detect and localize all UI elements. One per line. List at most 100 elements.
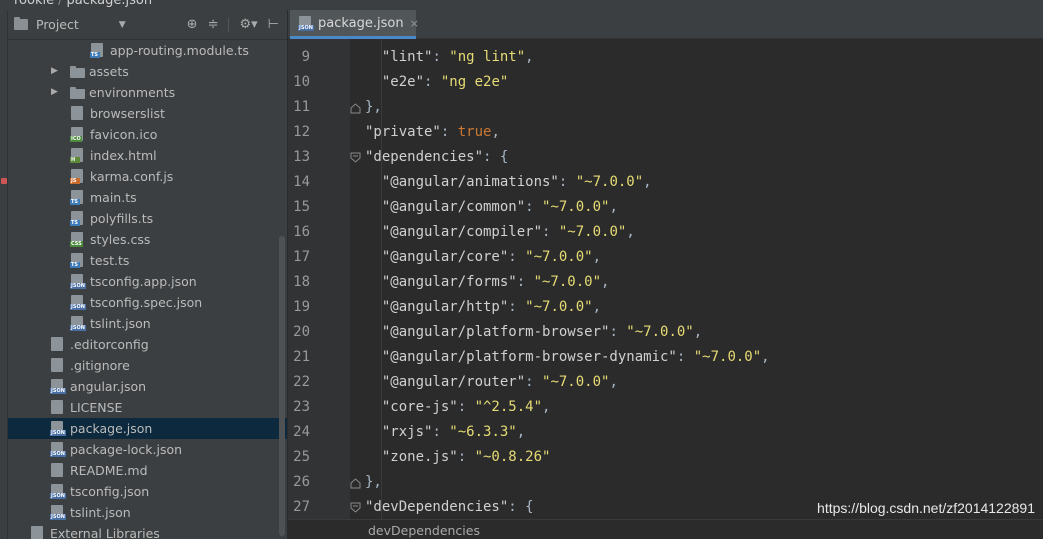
- fold-open-icon[interactable]: [350, 152, 361, 164]
- code-line[interactable]: 21 "@angular/platform-browser-dynamic": …: [288, 345, 1043, 370]
- tree-file[interactable]: ICO favicon.ico: [8, 124, 287, 145]
- code-line[interactable]: 22 "@angular/router": "~7.0.0",: [288, 370, 1043, 395]
- code-line[interactable]: 24 "rxjs": "~6.3.3",: [288, 420, 1043, 445]
- tree-file[interactable]: TS app-routing.module.ts: [8, 40, 287, 61]
- code-text-area[interactable]: 9 "lint": "ng lint", 10 "e2e": "ng e2e" 11…: [288, 39, 1043, 519]
- code-line[interactable]: 23 "core-js": "^2.5.4",: [288, 395, 1043, 420]
- tree-file[interactable]: CSS styles.css: [8, 229, 287, 250]
- navigation-breadcrumb: rookie / package.json: [0, 0, 1043, 10]
- code-line[interactable]: 19 "@angular/http": "~7.0.0",: [288, 295, 1043, 320]
- json-string: "~7.0.0": [525, 299, 593, 315]
- breadcrumb-separator: /: [58, 0, 63, 8]
- code-text: "lint": "ng lint",: [365, 45, 534, 70]
- left-tool-stripe[interactable]: [0, 10, 8, 539]
- json-punctuation: ,: [643, 174, 652, 190]
- json-file-icon: JSON: [70, 274, 86, 289]
- code-line[interactable]: 26},: [288, 470, 1043, 495]
- tree-file[interactable]: README.md: [8, 460, 287, 481]
- target-icon[interactable]: ⊕: [187, 17, 198, 32]
- tree-file[interactable]: JSON tsconfig.spec.json: [8, 292, 287, 313]
- fold-open-icon[interactable]: [350, 502, 361, 514]
- tree-folder[interactable]: ▶ assets: [8, 61, 287, 82]
- code-line[interactable]: 16 "@angular/compiler": "~7.0.0",: [288, 220, 1043, 245]
- tree-item-label: package-lock.json: [70, 442, 183, 457]
- json-punctuation: ,: [592, 299, 602, 315]
- close-icon[interactable]: ×: [410, 17, 419, 30]
- ts-file-icon: TS: [70, 211, 84, 226]
- code-text: "@angular/http": "~7.0.0",: [365, 295, 601, 320]
- tree-file[interactable]: JSON tsconfig.json: [8, 481, 287, 502]
- code-line[interactable]: 20 "@angular/platform-browser": "~7.0.0"…: [288, 320, 1043, 345]
- tree-file[interactable]: browserslist: [8, 103, 287, 124]
- code-line[interactable]: 25 "zone.js": "~0.8.26": [288, 445, 1043, 470]
- project-view-selector[interactable]: Project: [36, 17, 79, 32]
- json-key: "@angular/animations": [365, 174, 559, 190]
- json-key: "zone.js": [365, 449, 458, 465]
- code-text: },: [365, 95, 382, 120]
- json-punctuation: ,: [609, 374, 618, 390]
- breadcrumb-file[interactable]: package.json: [67, 0, 153, 8]
- tree-file[interactable]: JSON package.json: [8, 418, 287, 439]
- code-line[interactable]: 11},: [288, 95, 1043, 120]
- code-line[interactable]: 9 "lint": "ng lint",: [288, 45, 1043, 70]
- tree-item-label: index.html: [90, 148, 157, 163]
- code-line[interactable]: 13 "dependencies": {: [288, 145, 1043, 170]
- json-punctuation: ,: [516, 424, 526, 440]
- code-text: "dependencies": {: [365, 145, 508, 170]
- line-number: 19: [293, 299, 310, 315]
- tree-file[interactable]: Hindex.html: [8, 145, 287, 166]
- tree-file[interactable]: JSON package-lock.json: [8, 439, 287, 460]
- code-text: "devDependencies": {: [365, 495, 534, 519]
- json-key: "rxjs": [365, 424, 433, 440]
- code-line[interactable]: 15 "@angular/common": "~7.0.0",: [288, 195, 1043, 220]
- tree-folder[interactable]: ▶ environments: [8, 82, 287, 103]
- tree-library[interactable]: External Libraries: [8, 523, 287, 539]
- tree-file[interactable]: JSON tslint.json: [8, 502, 287, 523]
- tree-item-label: assets: [89, 64, 129, 79]
- chevron-right-icon[interactable]: ▶: [51, 88, 59, 97]
- gear-icon[interactable]: ⚙▾: [239, 17, 257, 32]
- code-text: "private": true,: [365, 120, 500, 145]
- json-punctuation: ,: [761, 349, 770, 365]
- chevron-right-icon[interactable]: ▶: [51, 67, 59, 76]
- code-text: "@angular/forms": "~7.0.0",: [365, 270, 610, 295]
- fold-close-icon[interactable]: [350, 102, 361, 114]
- tree-file[interactable]: JS karma.conf.js: [8, 166, 287, 187]
- json-punctuation: :: [542, 224, 559, 240]
- line-number: 9: [301, 49, 310, 65]
- tab-package-json[interactable]: JSON package.json ×: [290, 10, 419, 39]
- breadcrumb-project[interactable]: rookie: [14, 0, 54, 8]
- code-line[interactable]: 10 "e2e": "ng e2e": [288, 70, 1043, 95]
- tree-file[interactable]: JSON tsconfig.app.json: [8, 271, 287, 292]
- line-number: 15: [293, 199, 310, 215]
- fold-close-icon[interactable]: [350, 477, 361, 489]
- tree-item-label: angular.json: [70, 379, 147, 394]
- tree-file[interactable]: .gitignore: [8, 355, 287, 376]
- chevron-down-icon[interactable]: ▼: [119, 20, 126, 30]
- tree-file[interactable]: LICENSE: [8, 397, 287, 418]
- code-line[interactable]: 18 "@angular/forms": "~7.0.0",: [288, 270, 1043, 295]
- code-editor: JSON package.json × 9 "lint": "ng lint",…: [288, 10, 1043, 539]
- code-line[interactable]: 14 "@angular/animations": "~7.0.0",: [288, 170, 1043, 195]
- json-string: "~7.0.0": [542, 374, 610, 390]
- tree-item-label: tsconfig.spec.json: [90, 295, 203, 310]
- code-line[interactable]: 12 "private": true,: [288, 120, 1043, 145]
- collapse-icon[interactable]: ≑: [208, 17, 219, 32]
- tree-file[interactable]: .editorconfig: [8, 334, 287, 355]
- editor-breadcrumb[interactable]: devDependencies: [368, 523, 480, 538]
- tree-file[interactable]: JSON angular.json: [8, 376, 287, 397]
- tree-file[interactable]: JSON tslint.json: [8, 313, 287, 334]
- tree-file[interactable]: TS polyfills.ts: [8, 208, 287, 229]
- json-file-icon: JSON: [50, 421, 66, 436]
- tree-scrollbar[interactable]: [279, 236, 285, 536]
- line-number: 23: [293, 399, 310, 415]
- tree-file[interactable]: TS test.ts: [8, 250, 287, 271]
- code-line[interactable]: 17 "@angular/core": "~7.0.0",: [288, 245, 1043, 270]
- hide-icon[interactable]: ⊢: [268, 17, 279, 32]
- line-number: 26: [293, 474, 310, 490]
- tree-item-label: .editorconfig: [70, 337, 149, 352]
- tree-file[interactable]: TS main.ts: [8, 187, 287, 208]
- toolbar-divider: [228, 17, 230, 32]
- code-text: "@angular/router": "~7.0.0",: [365, 370, 618, 395]
- code-text: "core-js": "^2.5.4",: [365, 395, 551, 420]
